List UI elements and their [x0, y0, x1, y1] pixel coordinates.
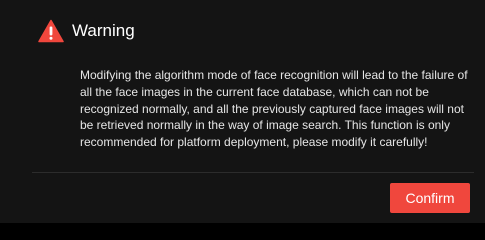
warning-message: Modifying the algorithm mode of face rec… [80, 68, 468, 150]
footer-divider [32, 172, 474, 173]
dialog-title: Warning [72, 21, 135, 40]
warning-triangle-icon [38, 19, 64, 43]
dialog-header: Warning [38, 17, 135, 45]
warning-dialog: Warning Modifying the algorithm mode of … [0, 0, 485, 223]
confirm-button[interactable]: Confirm [390, 183, 470, 213]
